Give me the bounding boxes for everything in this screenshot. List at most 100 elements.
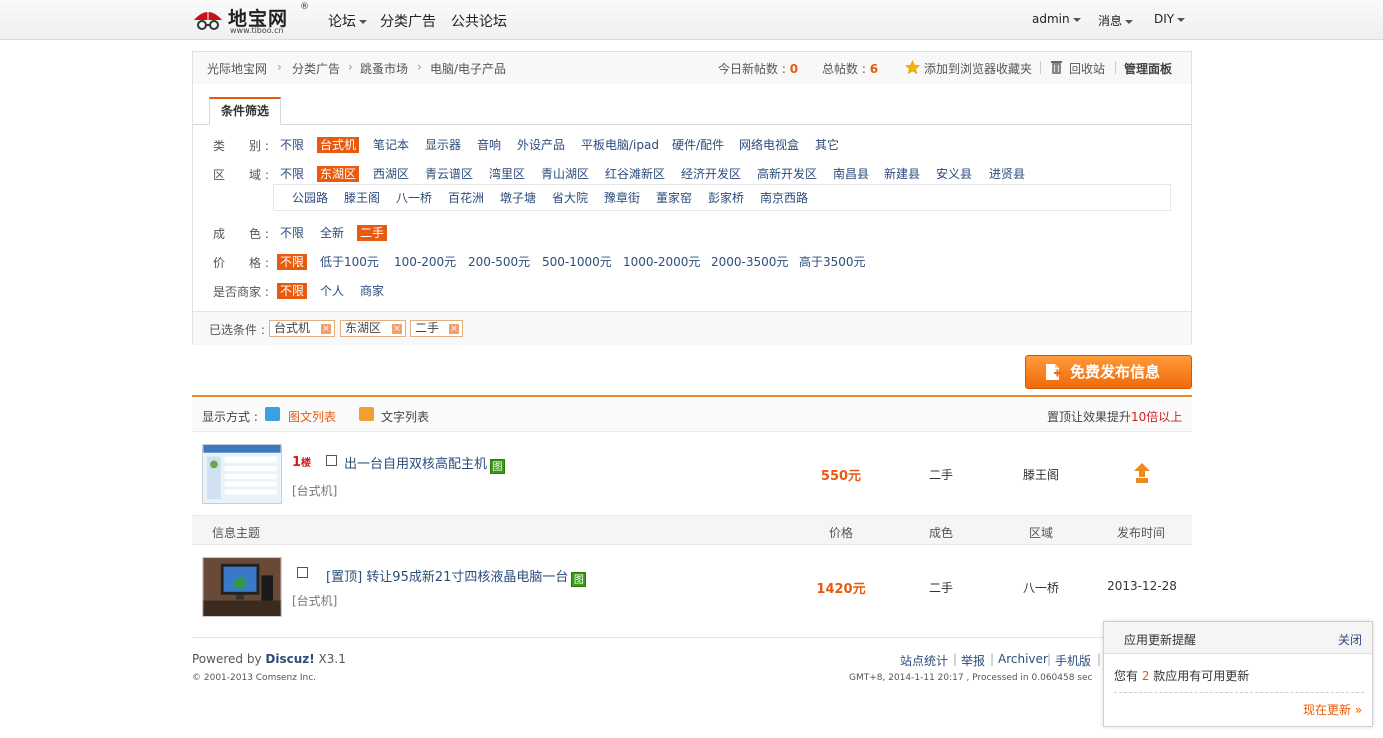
filter-condition-option[interactable]: 二手 bbox=[357, 225, 388, 241]
selected-tag-condition[interactable]: 二手 × bbox=[410, 320, 463, 337]
filter-sub-area-option[interactable]: 彭家桥 bbox=[705, 190, 747, 206]
select-checkbox[interactable] bbox=[326, 455, 337, 466]
filter-category-option[interactable]: 笔记本 bbox=[370, 137, 412, 153]
powered-version: X3.1 bbox=[314, 652, 346, 666]
filter-area-option[interactable]: 西湖区 bbox=[370, 166, 412, 182]
filter-price-option[interactable]: 200-500元 bbox=[465, 254, 533, 270]
filter-price-option[interactable]: 1000-2000元 bbox=[620, 254, 703, 270]
filter-merchant-option[interactable]: 不限 bbox=[277, 283, 308, 299]
filter-price-option[interactable]: 低于100元 bbox=[317, 254, 382, 270]
filter-sub-area-option[interactable]: 省大院 bbox=[549, 190, 591, 206]
view-image-list[interactable]: 图文列表 bbox=[288, 408, 336, 425]
view-text-list[interactable]: 文字列表 bbox=[381, 408, 429, 425]
recycle-bin-link[interactable]: 回收站 bbox=[1069, 60, 1105, 77]
footer-separator: | bbox=[1097, 652, 1102, 666]
filter-merchant-option[interactable]: 商家 bbox=[357, 283, 387, 299]
filter-condition-option[interactable]: 不限 bbox=[277, 225, 307, 241]
listing-title[interactable]: 出一台自用双核高配主机图 bbox=[344, 453, 506, 474]
filter-area-option[interactable]: 红谷滩新区 bbox=[602, 166, 668, 182]
nav-public-forum[interactable]: 公共论坛 bbox=[451, 11, 507, 31]
filter-area-option[interactable]: 安义县 bbox=[933, 166, 975, 182]
publish-free-info-button[interactable]: 免费发布信息 bbox=[1025, 355, 1192, 389]
listing-thumbnail[interactable] bbox=[202, 444, 282, 504]
breadcrumb-item[interactable]: 电脑/电子产品 bbox=[430, 60, 506, 77]
listing-row[interactable]: 1楼 出一台自用双核高配主机图 [台式机] 550元 二手 滕王阁 bbox=[192, 432, 1192, 515]
user-menu-messages-label: 消息 bbox=[1098, 14, 1123, 28]
breadcrumb-item[interactable]: 分类广告 bbox=[292, 60, 340, 77]
filter-sub-area-option[interactable]: 八一桥 bbox=[393, 190, 435, 206]
filter-price-option[interactable]: 2000-3500元 bbox=[708, 254, 791, 270]
filter-area-option[interactable]: 湾里区 bbox=[486, 166, 528, 182]
close-icon[interactable]: × bbox=[321, 324, 331, 334]
filter-sub-area-option[interactable]: 公园路 bbox=[289, 190, 331, 206]
filter-sub-area-option[interactable]: 滕王阁 bbox=[341, 190, 383, 206]
user-menu-messages[interactable]: 消息 bbox=[1098, 12, 1134, 29]
filter-price-option[interactable]: 不限 bbox=[277, 254, 308, 270]
selected-tag-category[interactable]: 台式机 × bbox=[269, 320, 335, 337]
filter-category-option[interactable]: 音响 bbox=[474, 137, 504, 153]
listing-title[interactable]: [置顶] 转让95成新21寸四核液晶电脑一台图 bbox=[326, 566, 587, 587]
today-posts-value: 0 bbox=[789, 62, 799, 76]
close-icon[interactable]: × bbox=[392, 324, 402, 334]
filter-category-option[interactable]: 外设产品 bbox=[514, 137, 568, 153]
filter-sub-area-option[interactable]: 百花洲 bbox=[445, 190, 487, 206]
filter-label-area: 区 域 : bbox=[213, 168, 269, 182]
breadcrumb-item[interactable]: 跳蚤市场 bbox=[360, 60, 408, 77]
footer-link-report[interactable]: 举报 bbox=[961, 652, 985, 669]
filter-category-option[interactable]: 网络电视盒 bbox=[736, 137, 802, 153]
listing-row[interactable]: [置顶] 转让95成新21寸四核液晶电脑一台图 [台式机] 1420元 二手 八… bbox=[192, 545, 1192, 635]
filter-area-option[interactable]: 新建县 bbox=[881, 166, 923, 182]
nav-forum[interactable]: 论坛 bbox=[328, 11, 367, 31]
filter-price-option[interactable]: 高于3500元 bbox=[796, 254, 869, 270]
filter-area-option[interactable]: 东湖区 bbox=[317, 166, 360, 182]
filter-price-option[interactable]: 100-200元 bbox=[391, 254, 459, 270]
select-checkbox[interactable] bbox=[297, 567, 308, 578]
popup-title: 应用更新提醒 bbox=[1124, 633, 1197, 647]
footer-link-archiver[interactable]: Archiver bbox=[998, 652, 1048, 666]
bump-top-icon[interactable] bbox=[1133, 462, 1151, 484]
popup-close-button[interactable]: 关闭 bbox=[1338, 631, 1362, 648]
filter-area-option[interactable]: 青云谱区 bbox=[422, 166, 476, 182]
filter-label-price: 价 格 : bbox=[213, 256, 269, 270]
filter-sub-area-option[interactable]: 豫章街 bbox=[601, 190, 643, 206]
listing-thumbnail[interactable] bbox=[202, 557, 282, 617]
filter-sub-area-option[interactable]: 董家窑 bbox=[653, 190, 695, 206]
filter-label-condition: 成 色 : bbox=[213, 227, 269, 241]
admin-panel-link[interactable]: 管理面板 bbox=[1124, 60, 1172, 77]
filter-category-option[interactable]: 不限 bbox=[277, 137, 307, 153]
filter-area-option[interactable]: 高新开发区 bbox=[754, 166, 820, 182]
filter-area-option[interactable]: 经济开发区 bbox=[678, 166, 744, 182]
filter-category-option[interactable]: 台式机 bbox=[317, 137, 360, 153]
filter-merchant-option[interactable]: 个人 bbox=[317, 283, 347, 299]
user-menu-diy[interactable]: DIY bbox=[1154, 12, 1186, 26]
column-subject: 信息主题 bbox=[212, 526, 261, 540]
filter-condition-option[interactable]: 全新 bbox=[317, 225, 347, 241]
breadcrumb-item[interactable]: 光际地宝网 bbox=[207, 60, 267, 77]
filter-area-option[interactable]: 进贤县 bbox=[986, 166, 1028, 182]
site-logo[interactable]: 地宝网 ® www.tiboo.cn bbox=[192, 2, 312, 36]
powered-brand[interactable]: Discuz! bbox=[265, 652, 314, 666]
selected-tag-area[interactable]: 东湖区 × bbox=[340, 320, 406, 337]
footer-link-mobile[interactable]: 手机版 bbox=[1055, 652, 1091, 669]
filter-category-option[interactable]: 平板电脑/ipad bbox=[578, 137, 662, 153]
filter-category-option[interactable]: 显示器 bbox=[422, 137, 464, 153]
update-now-link[interactable]: 现在更新 » bbox=[1303, 701, 1362, 718]
filter-sub-area-option[interactable]: 墩子塘 bbox=[497, 190, 539, 206]
filter-price-option[interactable]: 500-1000元 bbox=[539, 254, 615, 270]
filter-category-option[interactable]: 其它 bbox=[812, 137, 842, 153]
filter-area-option[interactable]: 南昌县 bbox=[830, 166, 872, 182]
copyright: © 2001-2013 Comsenz Inc. bbox=[192, 673, 317, 683]
floor-unit: 楼 bbox=[301, 458, 312, 469]
footer-link-site-stats[interactable]: 站点统计 bbox=[900, 652, 948, 669]
add-favorite-link[interactable]: 添加到浏览器收藏夹 bbox=[924, 60, 1032, 77]
tab-filter[interactable]: 条件筛选 bbox=[209, 97, 281, 125]
trash-icon bbox=[1051, 61, 1062, 74]
listing-title-text: 出一台自用双核高配主机 bbox=[344, 457, 488, 472]
filter-category-option[interactable]: 硬件/配件 bbox=[669, 137, 727, 153]
filter-area-option[interactable]: 不限 bbox=[277, 166, 307, 182]
close-icon[interactable]: × bbox=[449, 324, 459, 334]
filter-sub-area-option[interactable]: 南京西路 bbox=[757, 190, 811, 206]
user-menu-admin[interactable]: admin bbox=[1032, 12, 1081, 26]
filter-area-option[interactable]: 青山湖区 bbox=[538, 166, 592, 182]
nav-classifieds[interactable]: 分类广告 bbox=[380, 11, 436, 31]
